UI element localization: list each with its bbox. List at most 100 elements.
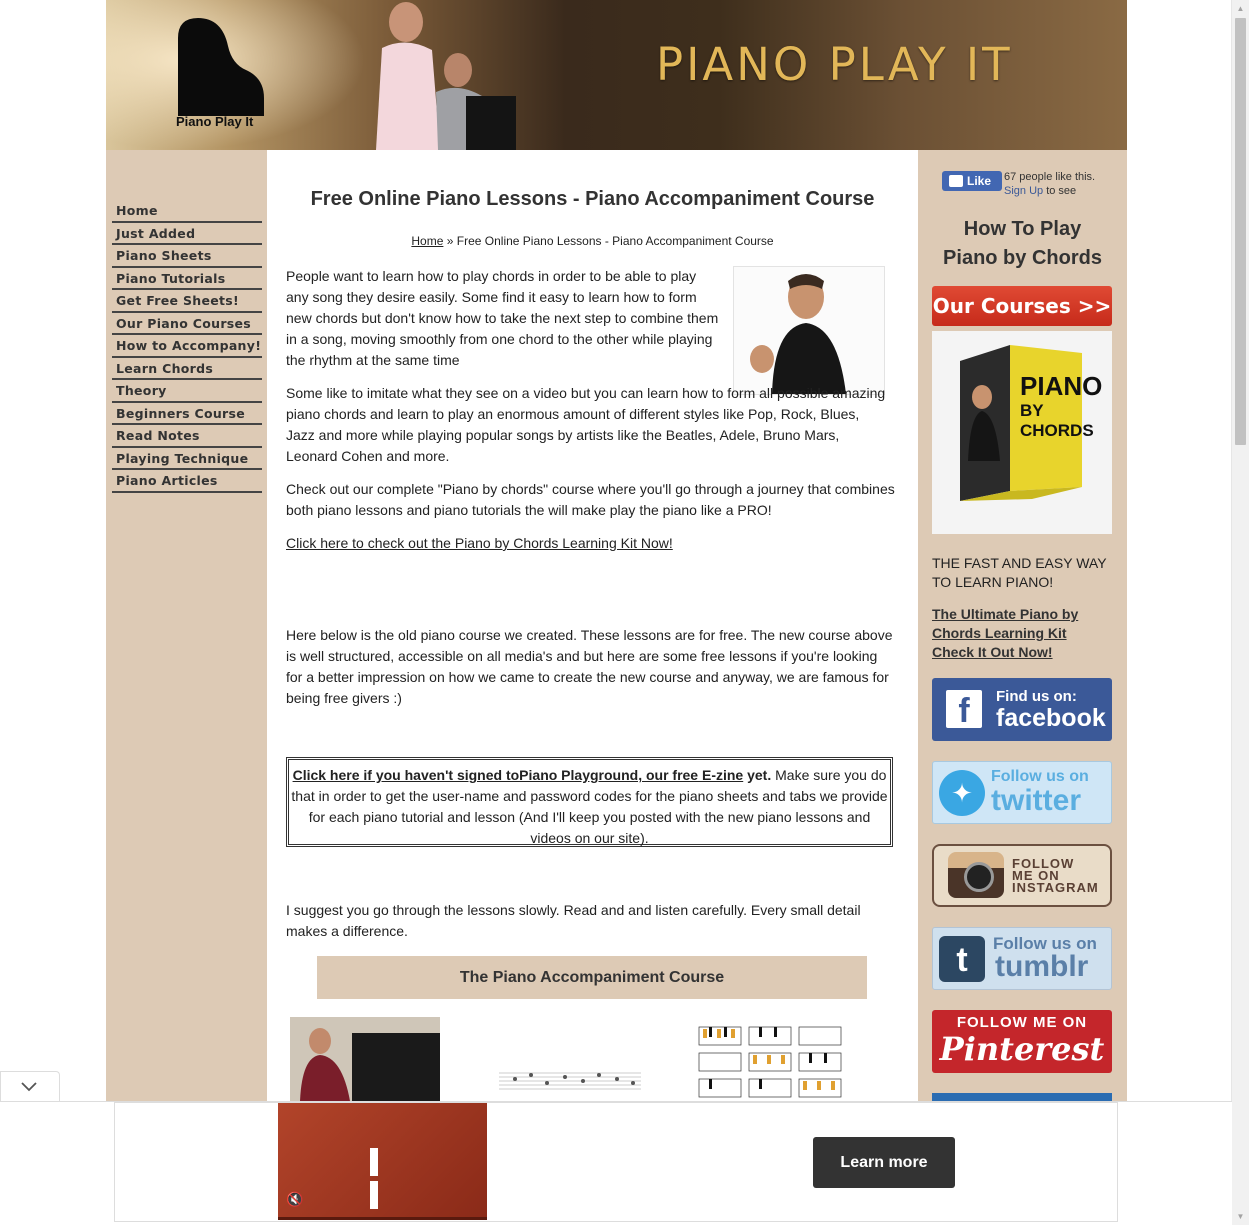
styles-paragraph: Some like to imitate what they see on a … — [286, 385, 886, 464]
intro-paragraph: People want to learn how to play chords … — [286, 268, 719, 368]
sidebar-heading: How To Play Piano by Chords — [943, 218, 1102, 269]
next-social-badge[interactable] — [932, 1093, 1112, 1101]
video-progress-bar[interactable] — [278, 1217, 487, 1220]
main-nav: Home Just Added Piano Sheets Piano Tutor… — [112, 202, 262, 495]
ultimate-kit-link[interactable]: The Ultimate Piano by Chords Learning Ki… — [932, 605, 1112, 662]
nav-link[interactable]: Piano Articles — [116, 473, 218, 488]
lesson-thumbnail-chord-diagrams[interactable] — [697, 1017, 847, 1101]
scroll-up-arrow-icon[interactable]: ▲ — [1232, 0, 1249, 17]
ad-collapse-tab[interactable] — [0, 1071, 60, 1102]
scroll-down-arrow-icon[interactable]: ▼ — [1232, 1208, 1249, 1225]
nav-link[interactable]: Our Piano Courses — [116, 316, 251, 331]
tumblr-follow-badge[interactable]: t Follow us on tumblr — [932, 927, 1112, 990]
signup-suffix: to see — [1043, 185, 1077, 197]
signup-bold-suffix: yet. — [743, 767, 772, 783]
ad-frame: 🔇 Learn more — [114, 1102, 1118, 1222]
nav-item-beginners-course[interactable]: Beginners Course — [112, 405, 262, 425]
piano-by-chords-product-image[interactable]: PIANO BY CHORDS — [932, 331, 1112, 534]
nav-link[interactable]: Read Notes — [116, 428, 200, 443]
nav-link[interactable]: Playing Technique — [116, 451, 248, 466]
nav-item-get-free-sheets[interactable]: Get Free Sheets! — [112, 292, 262, 313]
product-title-line-1: PIANO — [1020, 371, 1103, 401]
nav-item-piano-tutorials[interactable]: Piano Tutorials — [112, 270, 262, 290]
right-sidebar: Like 67 people like this. Sign Up to see… — [918, 150, 1127, 1101]
fast-easy-tagline: THE FAST AND EASY WAY TO LEARN PIANO! — [932, 555, 1107, 590]
like-label: Like — [967, 174, 992, 188]
nav-link[interactable]: Learn Chords — [116, 361, 213, 376]
facebook-like-count: 67 people like this. Sign Up to see — [1004, 170, 1095, 198]
mute-icon[interactable]: 🔇 — [286, 1191, 303, 1207]
page-title: Free Online Piano Lessons - Piano Accomp… — [310, 188, 875, 210]
breadcrumb-home-link[interactable]: Home — [411, 234, 443, 248]
nav-link[interactable]: Piano Tutorials — [116, 271, 225, 286]
nav-item-home[interactable]: Home — [112, 202, 262, 223]
nav-link[interactable]: Just Added — [116, 226, 195, 241]
facebook-line-2: facebook — [996, 704, 1106, 732]
twitter-follow-badge[interactable]: ✦ Follow us on twitter — [932, 761, 1112, 824]
nav-item-learn-chords[interactable]: Learn Chords — [112, 360, 262, 380]
pause-icon[interactable] — [370, 1148, 396, 1209]
nav-item-playing-technique[interactable]: Playing Technique — [112, 450, 262, 470]
learning-kit-link[interactable]: Click here to check out the Piano by Cho… — [286, 535, 669, 551]
tumblr-t-icon: t — [939, 936, 985, 982]
ad-banner: 🔇 Learn more — [0, 1101, 1232, 1226]
pianist-image — [290, 1017, 440, 1101]
ezine-signup-box: Click here if you haven't signed toPiano… — [286, 757, 893, 847]
breadcrumb-separator: » — [446, 234, 454, 248]
nav-link[interactable]: Home — [116, 203, 158, 218]
sheet-music-image — [499, 1072, 641, 1090]
ad-video[interactable]: 🔇 — [278, 1103, 487, 1220]
vertical-scrollbar[interactable]: ▲ ▼ — [1231, 0, 1249, 1225]
like-count-text: 67 people like this. — [1004, 171, 1096, 183]
nav-item-piano-articles[interactable]: Piano Articles — [112, 472, 262, 493]
breadcrumb-current: Free Online Piano Lessons - Piano Accomp… — [456, 234, 774, 248]
scrollbar-thumb[interactable] — [1235, 18, 1246, 445]
pianists-photo — [376, 2, 516, 150]
pinterest-line-2: Pinterest — [939, 1030, 1105, 1068]
twitter-bird-icon: ✦ — [939, 770, 985, 816]
instagram-camera-icon — [948, 852, 1004, 898]
twitter-line-2: twitter — [991, 784, 1081, 817]
tumblr-line-2: tumblr — [995, 950, 1089, 983]
chord-diagrams-image — [698, 1026, 842, 1098]
ezine-signup-link[interactable]: Click here if you haven't signed toPiano… — [293, 767, 744, 783]
thumbs-up-icon — [949, 175, 963, 187]
nav-link[interactable]: Get Free Sheets! — [116, 293, 239, 308]
grand-piano-logo-icon[interactable] — [176, 18, 264, 116]
pinterest-follow-badge[interactable]: FOLLOW ME ON Pinterest — [932, 1010, 1112, 1073]
site-title: PIANO PLAY IT — [656, 38, 1013, 91]
facebook-follow-badge[interactable]: f Find us on: facebook — [932, 678, 1112, 741]
kit-link-suffix: ! — [668, 535, 673, 551]
chevron-down-icon[interactable] — [1, 1072, 59, 1102]
course-paragraph: Check out our complete "Piano by chords"… — [286, 481, 895, 518]
teacher-thumbs-up-image — [750, 274, 846, 394]
nav-link[interactable]: How to Accompany! — [116, 338, 261, 353]
kit-link-line: Click here to check out the Piano by Cho… — [286, 535, 673, 551]
nav-item-read-notes[interactable]: Read Notes — [112, 427, 262, 448]
nav-item-how-to-accompany[interactable]: How to Accompany! — [112, 337, 262, 358]
nav-link[interactable]: Piano Sheets — [116, 248, 212, 263]
main-content: Free Online Piano Lessons - Piano Accomp… — [267, 150, 918, 1101]
facebook-f-icon: f — [946, 690, 982, 730]
pinterest-line-1: FOLLOW ME ON — [956, 1014, 1088, 1031]
facebook-signup-link[interactable]: Sign Up — [1004, 185, 1043, 197]
lesson-thumbnail-sheet-music[interactable] — [495, 1017, 645, 1101]
course-banner: The Piano Accompaniment Course — [317, 956, 867, 999]
old-course-paragraph: Here below is the old piano course we cr… — [286, 627, 893, 706]
teacher-photo — [733, 266, 885, 395]
breadcrumb: Home » Free Online Piano Lessons - Piano… — [267, 234, 918, 248]
nav-link[interactable]: Beginners Course — [116, 406, 245, 421]
facebook-line-1: Find us on: — [996, 688, 1077, 705]
nav-item-piano-sheets[interactable]: Piano Sheets — [112, 247, 262, 268]
facebook-like-button[interactable]: Like — [942, 171, 1002, 191]
learn-more-button[interactable]: Learn more — [813, 1137, 955, 1188]
instagram-line-3: INSTAGRAM — [1012, 880, 1099, 895]
nav-item-theory[interactable]: Theory — [112, 382, 262, 403]
instagram-follow-badge[interactable]: FOLLOW ME ON INSTAGRAM — [932, 844, 1112, 907]
nav-item-our-piano-courses[interactable]: Our Piano Courses — [112, 315, 262, 335]
nav-link[interactable]: Theory — [116, 383, 167, 398]
nav-item-just-added[interactable]: Just Added — [112, 225, 262, 245]
logo-text[interactable]: Piano Play It — [176, 114, 253, 129]
lesson-thumbnail-pianist[interactable] — [290, 1017, 440, 1101]
our-courses-button[interactable]: Our Courses >> — [932, 286, 1112, 326]
